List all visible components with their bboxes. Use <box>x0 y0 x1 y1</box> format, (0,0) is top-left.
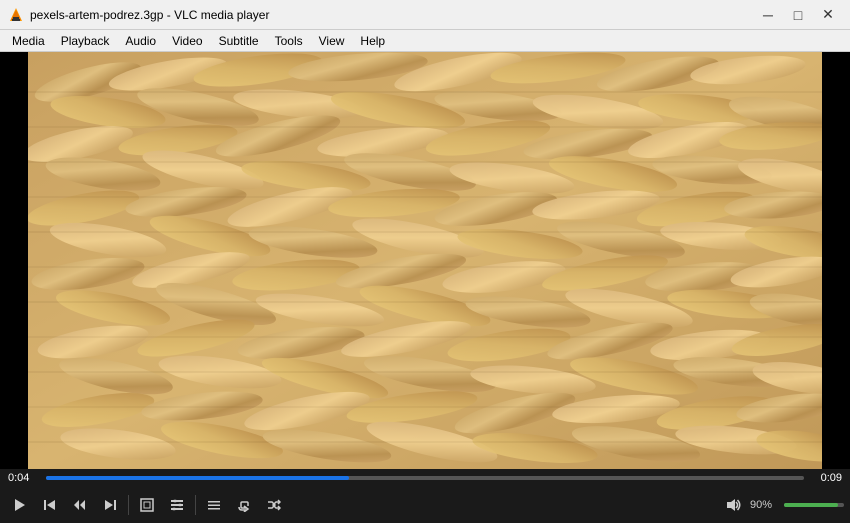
maximize-button[interactable]: □ <box>784 5 812 25</box>
fullscreen-icon <box>140 498 154 512</box>
menu-view[interactable]: View <box>311 30 353 52</box>
extended-settings-icon <box>170 498 184 512</box>
playlist-icon <box>207 498 221 512</box>
seek-track[interactable] <box>46 476 804 480</box>
menu-subtitle[interactable]: Subtitle <box>211 30 267 52</box>
volume-area: 90% <box>722 491 844 519</box>
shuffle-button[interactable] <box>260 491 288 519</box>
fullscreen-button[interactable] <box>133 491 161 519</box>
close-button[interactable]: ✕ <box>814 5 842 25</box>
play-button[interactable] <box>6 491 34 519</box>
separator-1 <box>128 495 129 515</box>
previous-button[interactable] <box>36 491 64 519</box>
vlc-icon <box>8 7 24 23</box>
seek-bar-area: 0:04 0:09 <box>0 469 850 487</box>
loop-icon <box>237 498 251 512</box>
previous-icon <box>43 498 57 512</box>
minimize-button[interactable]: ─ <box>754 5 782 25</box>
menu-video[interactable]: Video <box>164 30 210 52</box>
loop-button[interactable] <box>230 491 258 519</box>
play-icon <box>13 498 27 512</box>
video-frame <box>28 52 822 469</box>
menu-media[interactable]: Media <box>4 30 53 52</box>
step-forward-button[interactable] <box>96 491 124 519</box>
extended-settings-button[interactable] <box>163 491 191 519</box>
video-content <box>0 52 850 469</box>
volume-button[interactable] <box>722 491 746 519</box>
title-left: pexels-artem-podrez.3gp - VLC media play… <box>8 7 269 23</box>
video-area[interactable] <box>0 52 850 469</box>
volume-track[interactable] <box>784 503 844 507</box>
seek-fill <box>46 476 349 480</box>
menu-bar: Media Playback Audio Video Subtitle Tool… <box>0 30 850 52</box>
step-back-icon <box>73 498 87 512</box>
shuffle-icon <box>267 498 281 512</box>
menu-audio[interactable]: Audio <box>117 30 164 52</box>
title-controls: ─ □ ✕ <box>754 5 842 25</box>
separator-2 <box>195 495 196 515</box>
title-bar: pexels-artem-podrez.3gp - VLC media play… <box>0 0 850 30</box>
step-forward-icon <box>103 498 117 512</box>
volume-icon <box>726 497 742 513</box>
volume-percent: 90% <box>750 499 780 511</box>
time-current: 0:04 <box>8 472 40 484</box>
menu-tools[interactable]: Tools <box>267 30 311 52</box>
title-text: pexels-artem-podrez.3gp - VLC media play… <box>30 8 269 22</box>
menu-help[interactable]: Help <box>352 30 393 52</box>
time-end: 0:09 <box>810 472 842 484</box>
volume-fill <box>784 503 838 507</box>
controls-bar: 90% <box>0 487 850 523</box>
menu-playback[interactable]: Playback <box>53 30 118 52</box>
step-back-button[interactable] <box>66 491 94 519</box>
playlist-button[interactable] <box>200 491 228 519</box>
